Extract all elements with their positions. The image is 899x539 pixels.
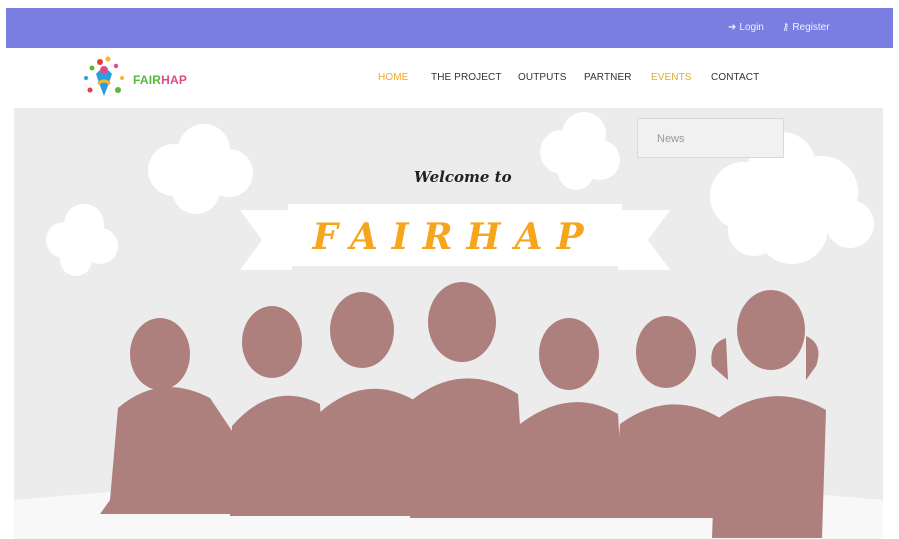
top-bar: ➜ Login ⚷ Register [6,8,893,48]
news-label: News [657,133,685,145]
nav-item-partner[interactable]: PARTNER [584,72,632,83]
nav-item-the-project[interactable]: THE PROJECT [431,72,502,83]
nav-item-home[interactable]: HOME [378,72,408,83]
nav-item-outputs[interactable]: OUTPUTS [518,72,566,83]
register-link[interactable]: ⚷ Register [782,22,830,33]
hero-title: FAIRHAP [312,216,598,258]
nav-item-events[interactable]: EVENTS [651,72,692,83]
login-label: Login [739,22,764,33]
key-icon: ⚷ [782,22,790,33]
welcome-text: Welcome to [414,168,512,186]
ribbon-right-tail [618,210,670,270]
ribbon-left-tail [240,210,292,270]
register-label: Register [792,22,830,33]
news-box[interactable]: News [637,118,784,158]
main-navbar: FAIRHAP HOME THE PROJECT OUTPUTS PARTNER… [6,48,893,108]
login-link[interactable]: ➜ Login [728,22,764,33]
logo-wordmark[interactable]: FAIRHAP [133,73,187,87]
children-silhouettes [100,282,826,538]
login-icon: ➜ [728,22,737,33]
nav-item-contact[interactable]: CONTACT [711,72,759,83]
